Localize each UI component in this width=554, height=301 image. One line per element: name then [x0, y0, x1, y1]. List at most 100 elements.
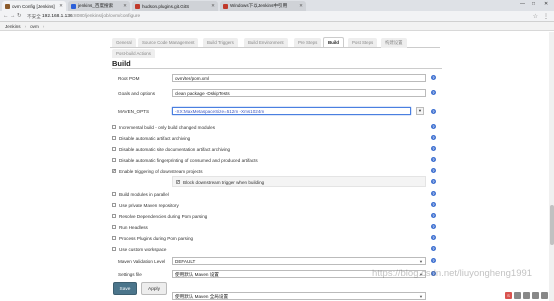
tab-build[interactable]: Build	[323, 37, 344, 47]
browser-tab-0[interactable]: ovm Config [Jenkins] ✕	[2, 1, 66, 11]
watermark-text: https://blog.csdn.net/liuyongheng1991	[372, 268, 533, 279]
breadcrumb: Jenkins › ovm ›	[0, 22, 554, 31]
ime-icon[interactable]: S	[505, 291, 512, 299]
system-tray: S	[505, 291, 548, 299]
option-label: Build modules in parallel	[119, 191, 169, 197]
help-icon[interactable]: ?	[431, 246, 436, 251]
scrollbar-thumb[interactable]	[549, 205, 554, 245]
jenkins-favicon-icon	[5, 3, 10, 9]
block-downstream-checkbox[interactable]	[176, 179, 180, 185]
tab-source-code-management[interactable]: Source Code Management	[138, 38, 199, 47]
root-pom-label: Root POM	[118, 76, 140, 81]
validation-level-label: Maven Validation Level	[118, 259, 166, 264]
private-repo-checkbox[interactable]	[112, 203, 116, 207]
option-label: Resolve Dependencies during Pom parsing	[119, 213, 208, 219]
option-label: Use custom workspace	[119, 246, 167, 252]
reload-icon[interactable]: ↻	[17, 13, 22, 19]
save-button[interactable]: Save	[113, 282, 137, 295]
resolve-dependencies-checkbox[interactable]	[112, 214, 116, 218]
maven-opts-label: MAVEN_OPTS	[118, 109, 150, 114]
tab-general[interactable]: General	[112, 38, 136, 47]
incremental-build-checkbox[interactable]	[112, 125, 116, 129]
tab-build-settings[interactable]: 构建设置	[381, 38, 407, 48]
help-icon[interactable]: ?	[431, 191, 436, 196]
breadcrumb-separator: ›	[24, 23, 27, 29]
security-indicator[interactable]: 不安全	[27, 14, 41, 20]
validation-level-value: DEFAULT	[175, 259, 196, 264]
bookmark-star-icon[interactable]: ☆	[533, 13, 538, 20]
validation-level-select[interactable]: DEFAULT ▼	[172, 257, 426, 265]
maximize-button[interactable]: □	[532, 1, 535, 7]
help-icon[interactable]: ?	[431, 124, 436, 129]
parallel-modules-checkbox[interactable]	[112, 192, 116, 196]
tray-icon[interactable]	[532, 291, 539, 299]
help-icon[interactable]: ?	[431, 258, 436, 263]
browser-tab-3[interactable]: Windows下以Jenkins中引用 ✕	[220, 1, 306, 11]
help-icon[interactable]: ?	[431, 75, 436, 80]
url-field[interactable]: 192.168.1.136:8080/jenkins/job/ovm/confi…	[42, 14, 140, 19]
close-tab-icon[interactable]: ✕	[123, 3, 127, 9]
close-tab-icon[interactable]: ✕	[59, 3, 63, 9]
section-divider	[112, 68, 442, 69]
disable-fingerprinting-checkbox[interactable]	[112, 158, 116, 162]
tray-icon[interactable]	[523, 291, 530, 299]
custom-workspace-checkbox[interactable]	[112, 247, 116, 251]
address-bar: ← → ↻ 不安全 192.168.1.136:8080/jenkins/job…	[0, 11, 554, 22]
tab-post-build-actions[interactable]: Post-build Actions	[112, 49, 155, 58]
browser-tab-title: ovm Config [Jenkins]	[12, 3, 55, 9]
run-headless-checkbox[interactable]	[112, 225, 116, 229]
process-plugins-checkbox[interactable]	[112, 236, 116, 240]
url-host: 192.168.1.136	[42, 13, 73, 19]
browser-tab-2[interactable]: hudson.plugins.git.GitS ✕	[132, 1, 218, 11]
maven-opts-input[interactable]: -XX:MaxMetaspaceSize=512m -Xms1024m	[172, 107, 411, 115]
help-icon[interactable]: ?	[431, 157, 436, 162]
option-label: Use private Maven repository	[119, 202, 179, 208]
tab-build-triggers[interactable]: Build Triggers	[203, 38, 238, 47]
section-title-build: Build	[112, 59, 131, 68]
help-icon[interactable]: ?	[431, 146, 436, 151]
help-icon[interactable]: ?	[431, 109, 436, 114]
browser-tab-title: hudson.plugins.git.GitS	[142, 3, 190, 9]
breadcrumb-ovm[interactable]: ovm	[30, 24, 39, 29]
goals-input[interactable]: clean package -DskipTests	[172, 89, 426, 97]
close-tab-icon[interactable]: ✕	[299, 3, 303, 9]
baidu-favicon-icon	[71, 3, 76, 9]
disable-artifact-archiving-checkbox[interactable]	[112, 136, 116, 140]
url-path: :8080/jenkins/job/ovm/configure	[72, 13, 141, 19]
csdn-favicon-icon	[223, 3, 228, 9]
help-icon[interactable]: ?	[431, 224, 436, 229]
browser-menu-icon[interactable]: ⋮	[543, 13, 549, 20]
forward-icon[interactable]: →	[10, 13, 16, 19]
breadcrumb-jenkins[interactable]: Jenkins	[5, 24, 21, 29]
option-label: Disable automatic fingerprinting of cons…	[119, 157, 258, 163]
close-tab-icon[interactable]: ✕	[211, 3, 215, 9]
browser-tab-1[interactable]: jenkins_百度搜索 ✕	[68, 1, 130, 11]
tray-icon[interactable]	[514, 291, 521, 299]
help-icon[interactable]: ?	[431, 168, 436, 173]
back-icon[interactable]: ←	[3, 13, 9, 19]
tab-pre-steps[interactable]: Pre Steps	[294, 38, 322, 47]
option-label: Run Headless	[119, 224, 148, 230]
tab-build-environment[interactable]: Build Environment	[244, 38, 288, 47]
browser-tab-title: Windows下以Jenkins中引用	[230, 3, 288, 8]
help-icon[interactable]: ?	[431, 179, 436, 184]
help-icon[interactable]: ?	[431, 235, 436, 240]
root-pom-input[interactable]: ovm/ter/pom.xml	[172, 74, 426, 82]
tray-icon[interactable]	[541, 291, 548, 299]
help-icon[interactable]: ?	[431, 202, 436, 207]
disable-site-archiving-checkbox[interactable]	[112, 147, 116, 151]
option-label: Incremental build - only build changed m…	[119, 124, 216, 130]
help-icon[interactable]: ?	[431, 213, 436, 218]
csdn-favicon-icon	[135, 3, 140, 9]
close-window-button[interactable]: ✕	[544, 1, 548, 7]
page-scrollbar[interactable]	[549, 32, 554, 301]
apply-button[interactable]: Apply	[141, 282, 167, 295]
enable-downstream-trigger-checkbox[interactable]	[112, 168, 116, 174]
tab-post-steps[interactable]: Post Steps	[348, 38, 378, 47]
help-icon[interactable]: ?	[431, 90, 436, 95]
expand-field-button[interactable]: ▼	[416, 107, 424, 115]
help-icon[interactable]: ?	[431, 135, 436, 140]
minimize-button[interactable]: —	[520, 1, 525, 7]
action-bar	[0, 276, 554, 301]
option-label: Disable automatic artifact archiving	[119, 135, 191, 141]
